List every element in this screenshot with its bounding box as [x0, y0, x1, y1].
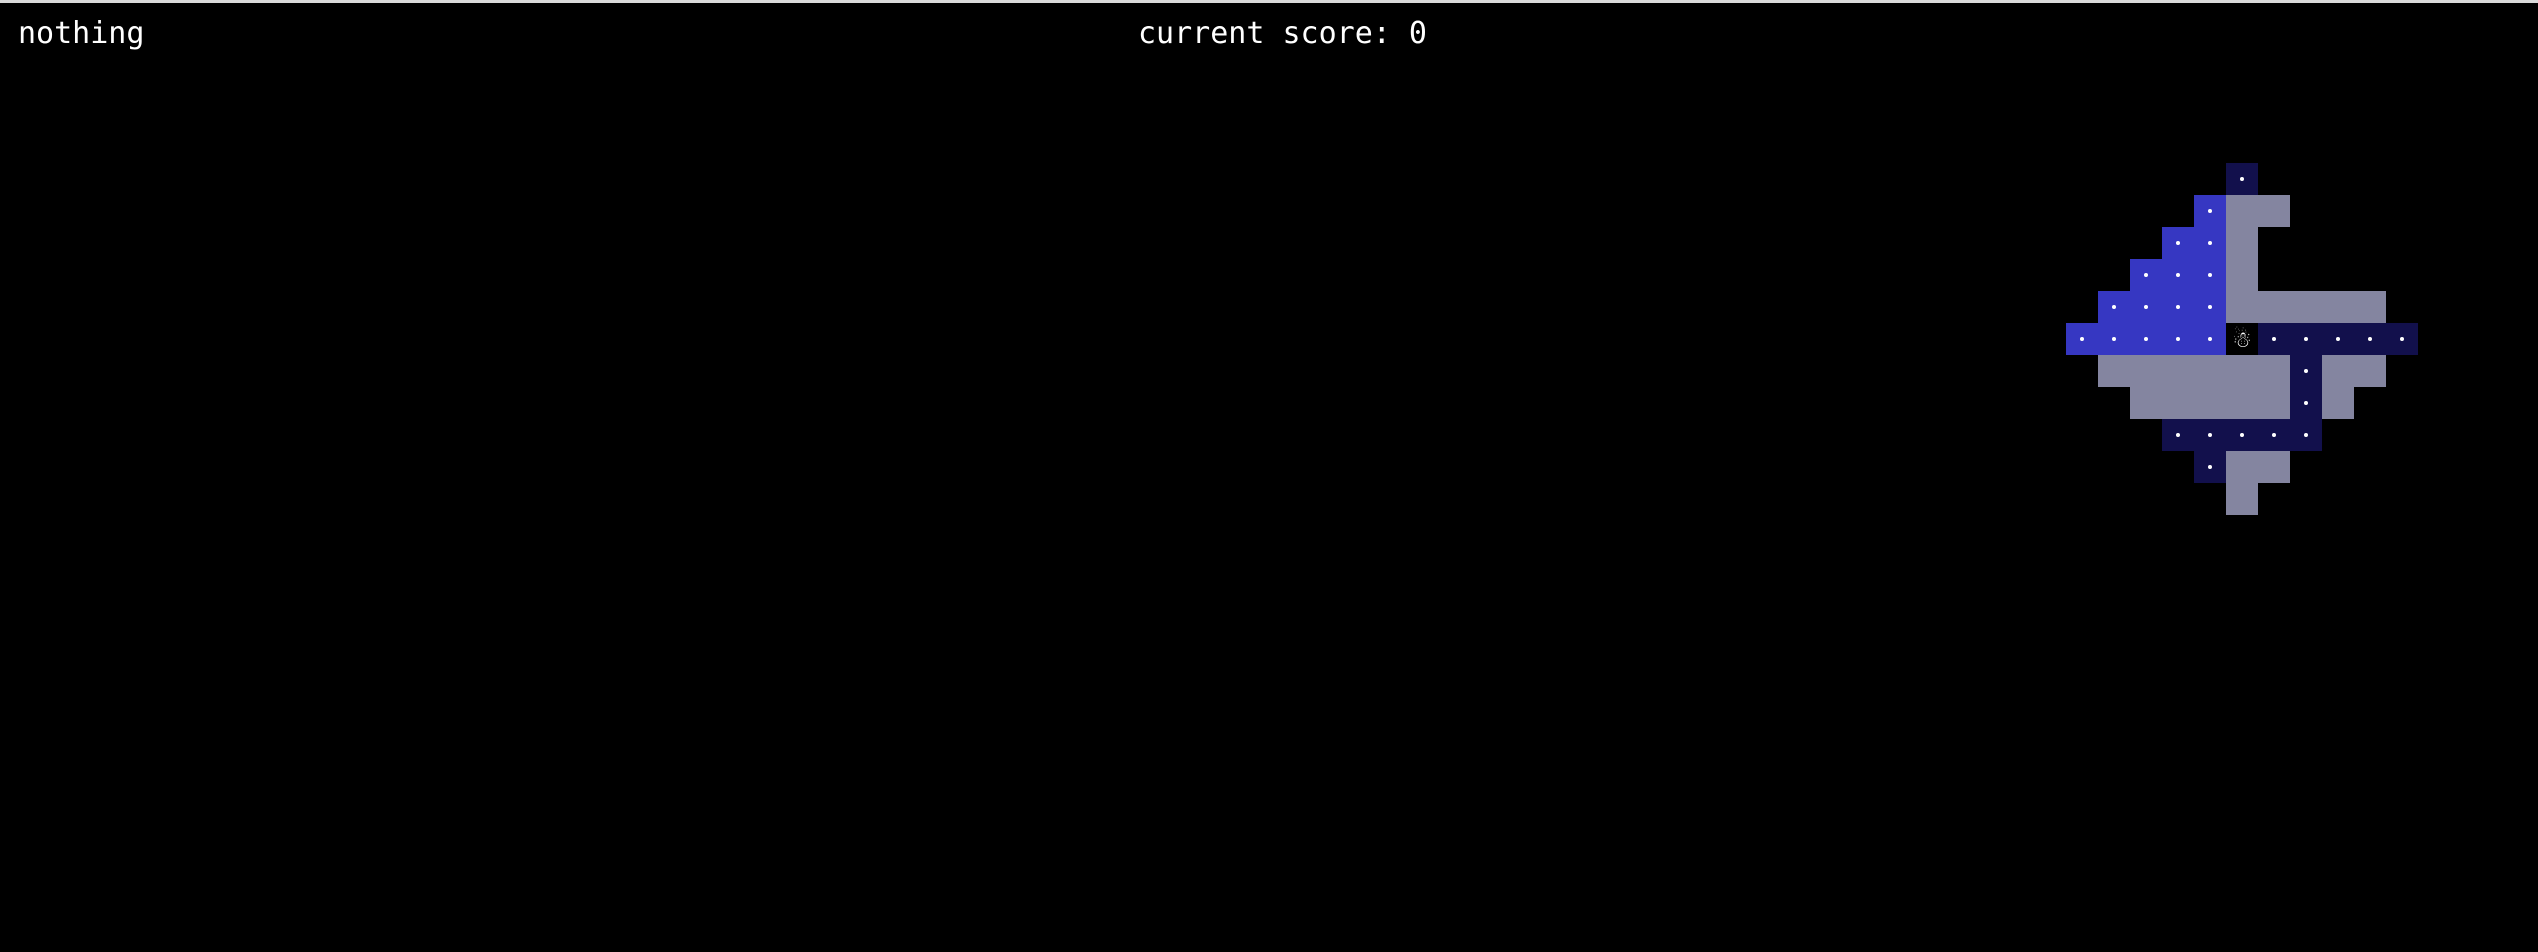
pellet — [2208, 241, 2212, 245]
wall-tile — [2226, 387, 2258, 419]
pellet — [2304, 401, 2308, 405]
pellet — [2304, 369, 2308, 373]
pellet — [2272, 433, 2276, 437]
pellet — [2240, 433, 2244, 437]
wall-tile — [2130, 355, 2162, 387]
pellet — [2208, 305, 2212, 309]
pellet — [2112, 305, 2116, 309]
pellet — [2368, 337, 2372, 341]
pellet — [2400, 337, 2404, 341]
wall-tile — [2322, 387, 2354, 419]
wall-tile — [2226, 227, 2258, 259]
wall-tile — [2130, 387, 2162, 419]
pellet — [2176, 273, 2180, 277]
wall-tile — [2226, 291, 2258, 323]
pellet — [2208, 337, 2212, 341]
wall-tile — [2322, 355, 2354, 387]
pellet — [2176, 433, 2180, 437]
wall-tile — [2226, 483, 2258, 515]
wall-tile — [2226, 451, 2258, 483]
pellet — [2176, 337, 2180, 341]
wall-tile — [2226, 195, 2258, 227]
pellet — [2176, 305, 2180, 309]
wall-tile — [2258, 451, 2290, 483]
wall-tile — [2162, 355, 2194, 387]
wall-tile — [2226, 355, 2258, 387]
wall-tile — [2258, 387, 2290, 419]
pellet — [2208, 465, 2212, 469]
wall-tile — [2354, 355, 2386, 387]
pellet — [2240, 177, 2244, 181]
pellet — [2144, 273, 2148, 277]
pellet — [2208, 209, 2212, 213]
wall-tile — [2194, 355, 2226, 387]
wall-tile — [2322, 291, 2354, 323]
pellet — [2144, 337, 2148, 341]
wall-tile — [2354, 291, 2386, 323]
wall-tile — [2162, 387, 2194, 419]
pellet — [2080, 337, 2084, 341]
pellet — [2112, 337, 2116, 341]
wall-tile — [2226, 259, 2258, 291]
pellet — [2208, 433, 2212, 437]
pellet — [2304, 433, 2308, 437]
wall-tile — [2194, 387, 2226, 419]
pellet — [2336, 337, 2340, 341]
pellet — [2304, 337, 2308, 341]
wall-tile — [2258, 355, 2290, 387]
pellet — [2144, 305, 2148, 309]
pellet — [2272, 337, 2276, 341]
pellet — [2208, 273, 2212, 277]
pellet — [2176, 241, 2180, 245]
wall-tile — [2098, 355, 2130, 387]
wall-tile — [2290, 291, 2322, 323]
wall-tile — [2258, 291, 2290, 323]
game-board: ☃ — [2066, 163, 2418, 515]
wall-tile — [2258, 195, 2290, 227]
snowman-icon: ☃ — [2232, 326, 2252, 353]
